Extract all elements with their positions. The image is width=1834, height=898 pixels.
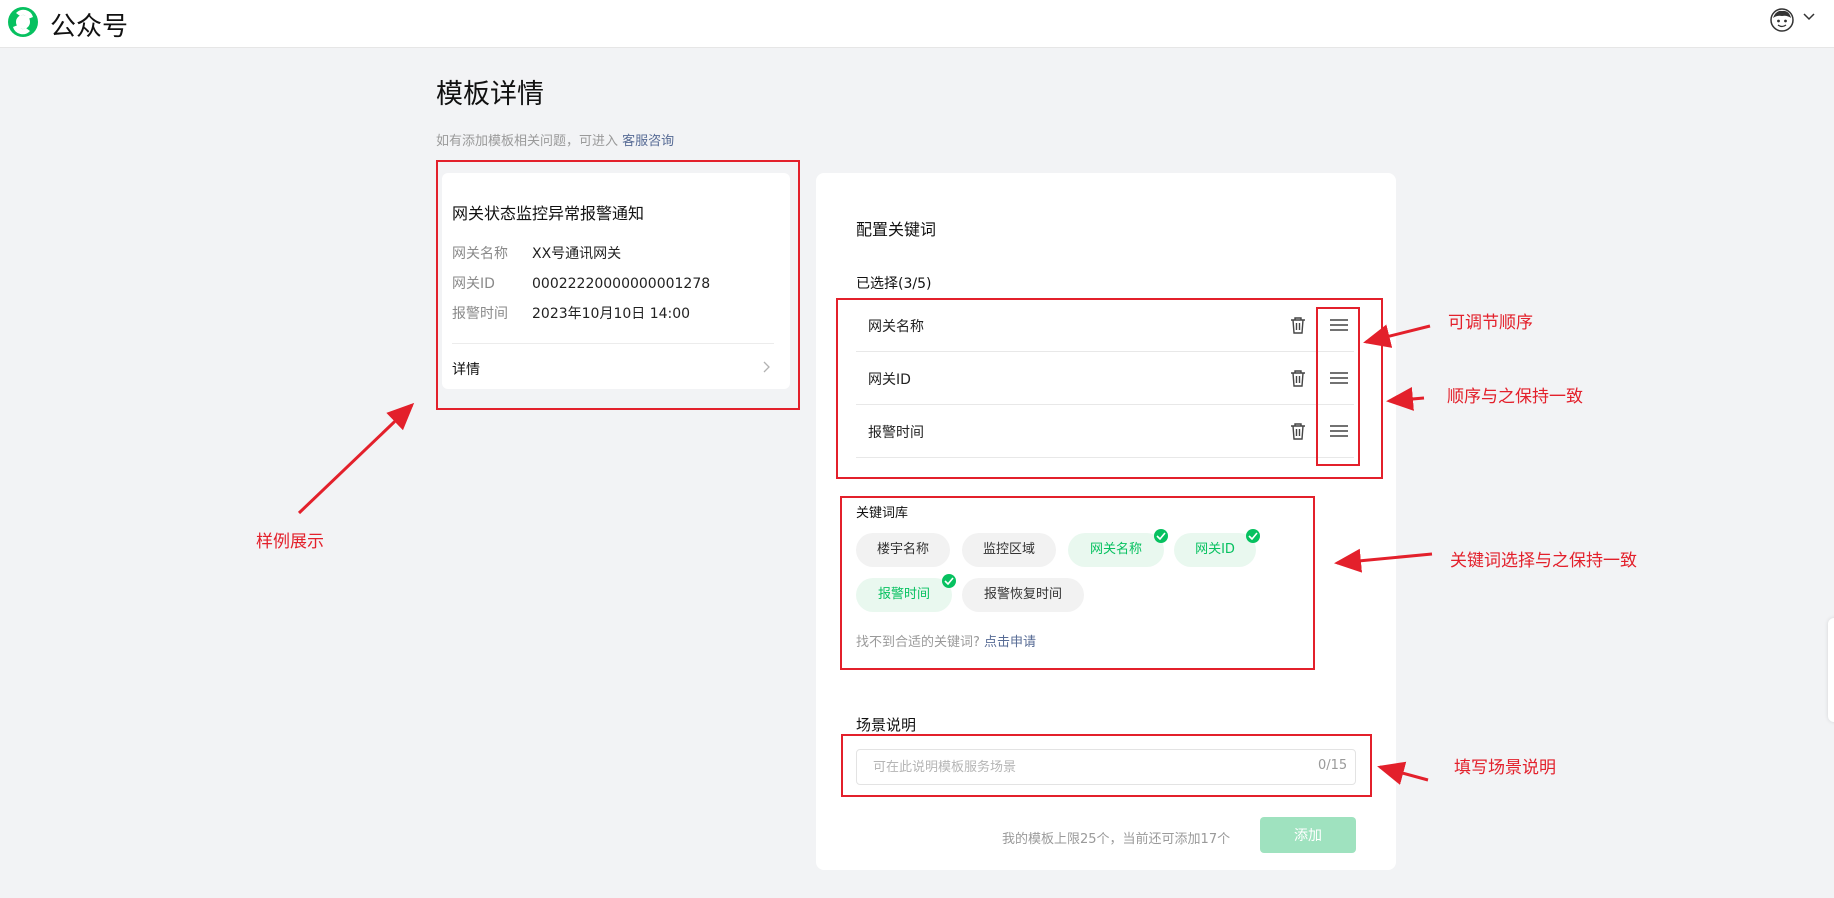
annotation-keyword-consistent: 关键词选择与之保持一致	[1450, 551, 1637, 571]
template-limit-text: 我的模板上限25个，当前还可添加17个	[1002, 832, 1231, 847]
chevron-down-icon[interactable]	[1802, 10, 1816, 24]
side-panel-tab[interactable]	[1828, 618, 1834, 722]
help-text: 如有添加模板相关问题，可进入 客服咨询	[436, 130, 674, 149]
annotation-adjust-order: 可调节顺序	[1448, 313, 1533, 333]
customer-service-link[interactable]: 客服咨询	[622, 134, 674, 149]
config-title: 配置关键词	[856, 220, 937, 239]
brand-name: 公众号	[50, 12, 129, 42]
annotation-order-consistent: 顺序与之保持一致	[1447, 387, 1583, 407]
annotation-box-selected	[836, 298, 1383, 479]
annotation-box-keyword-library	[840, 496, 1315, 670]
annotation-example: 样例展示	[256, 532, 324, 552]
add-template-button[interactable]: 添加	[1260, 817, 1356, 853]
scene-label: 场景说明	[856, 716, 917, 734]
page-title: 模板详情	[436, 79, 544, 110]
user-avatar-icon[interactable]	[1770, 8, 1794, 32]
help-text-label: 如有添加模板相关问题，可进入	[436, 134, 619, 149]
annotation-box-scene	[841, 734, 1372, 797]
top-bar: 公众号	[0, 0, 1834, 48]
selected-count-label: 已选择(3/5)	[856, 276, 932, 292]
wechat-official-account-logo-icon[interactable]	[6, 5, 40, 39]
annotation-box-example	[436, 160, 800, 410]
annotation-box-drag-handles	[1316, 307, 1360, 466]
annotation-fill-scene: 填写场景说明	[1454, 758, 1556, 778]
